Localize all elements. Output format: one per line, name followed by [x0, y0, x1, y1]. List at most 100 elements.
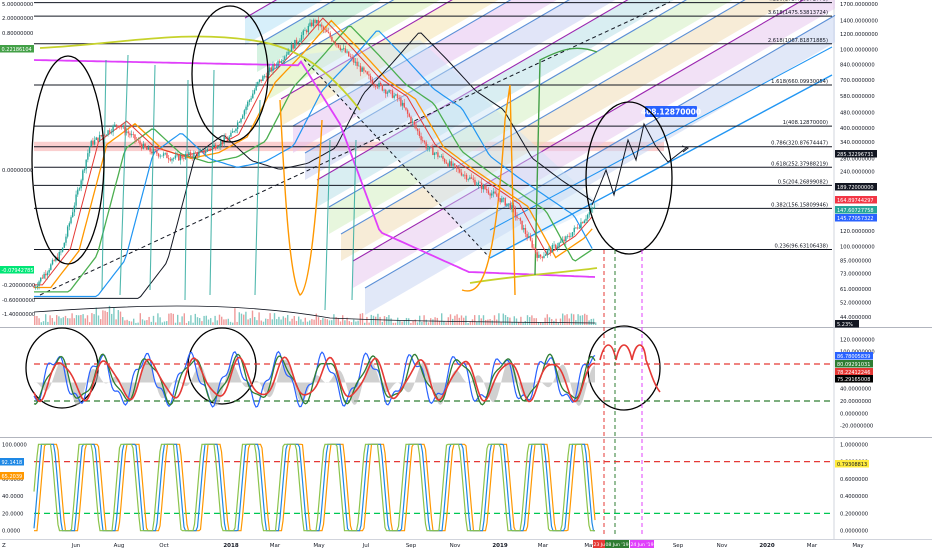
volume-bar: [562, 313, 564, 325]
price-marker-label: 285.32296731: [837, 152, 874, 158]
candle-body: [48, 269, 50, 273]
candle-body: [460, 172, 463, 176]
candle-body: [257, 81, 259, 85]
volume-bar: [269, 313, 271, 325]
candle-body: [147, 147, 150, 150]
fib-label: 1(408.12870000): [783, 120, 828, 126]
volume-bar: [201, 321, 203, 325]
candle-body: [198, 151, 200, 157]
candle-body: [332, 40, 335, 42]
candle-body: [112, 125, 114, 133]
price-tick-label: 85.0000000: [840, 258, 871, 264]
candle-body: [514, 208, 517, 217]
x-tick-label: Mar: [270, 543, 281, 549]
candle-body: [70, 217, 72, 224]
volume-bar: [67, 318, 69, 325]
candle-body: [167, 158, 170, 160]
candle-body: [169, 159, 172, 161]
volume-bar: [58, 316, 60, 325]
rsi-tick-label: 120.0000000: [840, 337, 875, 343]
candle-body: [208, 148, 210, 150]
volume-bar: [225, 319, 227, 325]
candle-body: [353, 57, 355, 63]
candle-body: [164, 152, 166, 154]
volume-bar: [203, 315, 205, 325]
candle-body: [393, 95, 395, 98]
fib-label: 0.618(252.37988219): [771, 161, 828, 167]
volume-bar: [293, 315, 295, 325]
candle-body: [46, 272, 49, 276]
candle-body: [489, 193, 491, 196]
candle-body: [477, 182, 480, 185]
candle-body: [561, 239, 564, 242]
candle-body: [120, 126, 123, 128]
volume-bar: [350, 322, 353, 325]
volume-bar: [295, 320, 298, 325]
chart-canvas: 4.236(1727.50872778) 3.618(1475.53813724)…: [0, 0, 932, 550]
candle-body: [141, 144, 143, 149]
candle-body: [351, 57, 353, 58]
candle-body: [349, 56, 352, 58]
candle-body: [272, 64, 274, 71]
volume-bar: [271, 319, 273, 325]
price-marker-label: 147.60727758: [837, 208, 874, 214]
x-tick-label: Sep: [406, 543, 417, 549]
candle-body: [538, 254, 540, 258]
volume-bar: [520, 316, 522, 325]
candle-body: [83, 169, 86, 171]
candle-body: [159, 155, 161, 157]
candle-body: [127, 131, 129, 134]
candle-body: [174, 155, 177, 159]
candle-body: [565, 236, 567, 242]
osc-left-tick-label: 0.0000: [2, 529, 20, 535]
candle-body: [560, 241, 562, 243]
volume-bar: [251, 310, 254, 325]
candle-body: [361, 67, 363, 72]
volume-bar: [498, 313, 500, 325]
candle-body: [201, 149, 203, 151]
candle-body: [548, 248, 550, 251]
volume-bar: [60, 318, 62, 325]
candle-body: [385, 89, 387, 94]
candle-body: [502, 198, 505, 199]
volume-bar: [436, 317, 438, 325]
volume-bar: [416, 322, 419, 325]
volume-bar: [331, 320, 333, 325]
candle-body: [386, 92, 389, 94]
candle-body: [506, 203, 508, 206]
volume-bar: [579, 315, 581, 325]
candle-body: [265, 75, 267, 78]
volume-bar: [104, 310, 106, 325]
volume-bar: [42, 321, 45, 325]
candle-body: [210, 149, 212, 150]
volume-bar: [544, 317, 546, 325]
candle-body: [450, 161, 453, 166]
volume-bar: [53, 321, 56, 325]
candle-body: [497, 196, 500, 199]
volume-bar: [258, 312, 260, 325]
rsi-marker-label: 86.78005839: [837, 354, 870, 360]
volume-bar: [513, 316, 515, 325]
candle-body: [543, 255, 545, 258]
volume-bar: [172, 313, 174, 325]
volume-bar: [40, 322, 42, 325]
candle-body: [189, 152, 192, 157]
volume-bar: [183, 313, 185, 325]
volume-bar: [485, 319, 487, 325]
candle-body: [279, 61, 281, 63]
candle-body: [472, 178, 474, 180]
volume-bar: [188, 321, 190, 325]
volume-bar: [339, 321, 342, 325]
candle-body: [63, 242, 65, 248]
candle-body: [255, 84, 257, 91]
price-tick-label: 44.0000000: [840, 315, 871, 321]
volume-bar: [148, 316, 150, 325]
candle-body: [371, 80, 373, 84]
volume-bar: [155, 322, 157, 325]
price-tick-label: 1200.0000000: [840, 32, 878, 38]
candle-body: [226, 138, 229, 140]
candle-body: [430, 146, 432, 148]
volume-bar: [379, 316, 381, 325]
candle-body: [225, 136, 227, 139]
x-tick-label: 2020: [759, 543, 774, 549]
